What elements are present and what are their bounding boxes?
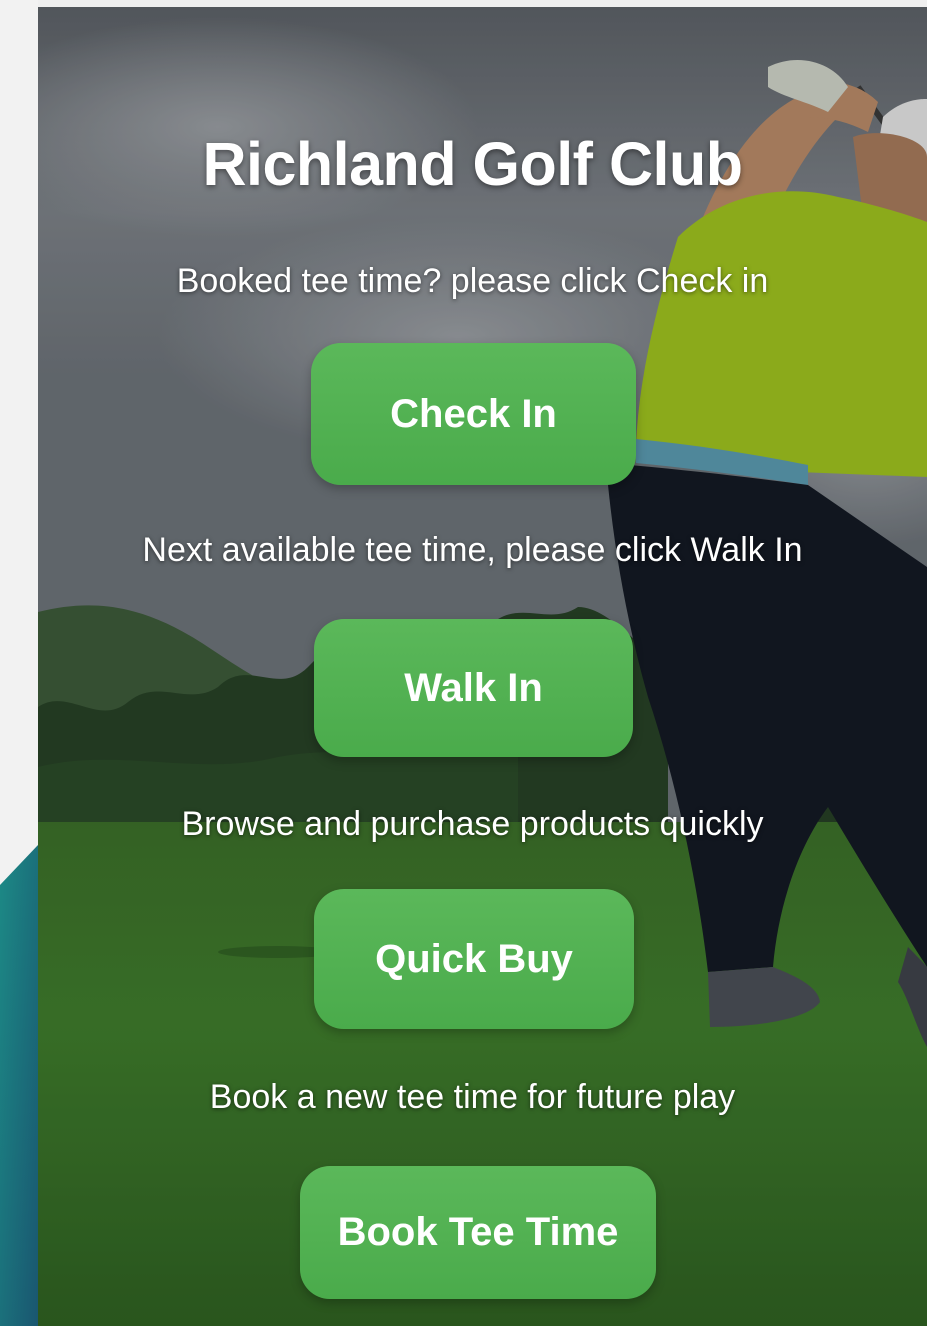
book-tee-time-prompt: Book a new tee time for future play	[209, 1078, 736, 1116]
club-title: Richland Golf Club	[202, 130, 743, 198]
check-in-prompt: Booked tee time? please click Check in	[176, 262, 769, 300]
walk-in-button[interactable]: Walk In	[314, 619, 633, 757]
quick-buy-prompt: Browse and purchase products quickly	[181, 805, 764, 843]
quick-buy-button[interactable]: Quick Buy	[314, 889, 634, 1029]
kiosk-screen: Richland Golf Club Booked tee time? plea…	[38, 7, 927, 1326]
check-in-button[interactable]: Check In	[311, 343, 636, 485]
side-panel	[0, 0, 38, 1326]
side-accent-shape	[0, 845, 38, 1326]
welcome-panel: Richland Golf Club Booked tee time? plea…	[38, 7, 927, 1326]
book-tee-time-button[interactable]: Book Tee Time	[300, 1166, 656, 1299]
walk-in-prompt: Next available tee time, please click Wa…	[142, 531, 803, 569]
